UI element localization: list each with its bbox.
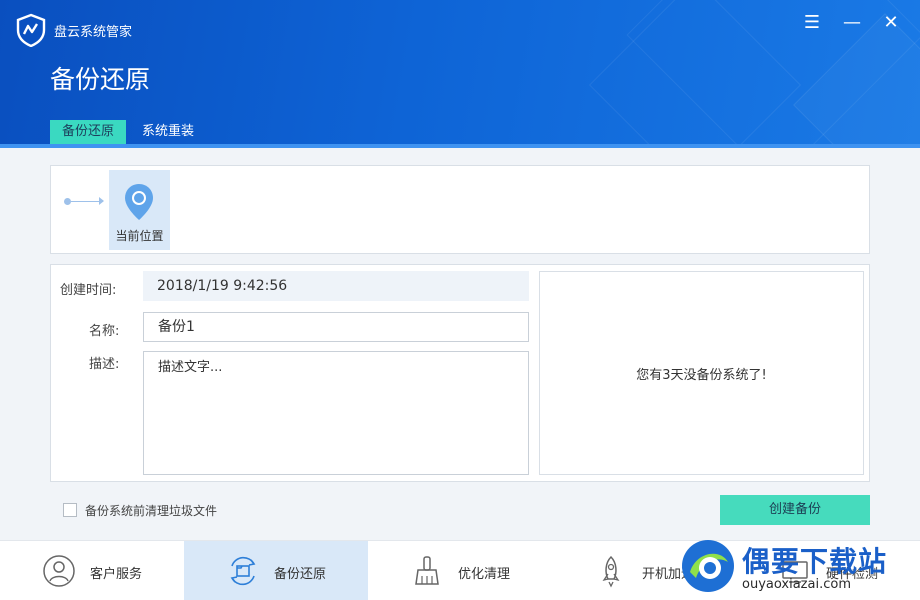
- watermark-url: ouyaoxiazai.com: [742, 577, 851, 592]
- backup-form-panel: 创建时间: 2018/1/19 9:42:56 名称: 备份1 描述: 描述文字…: [50, 264, 870, 482]
- tab-system-reinstall[interactable]: 系统重装: [130, 120, 206, 144]
- close-icon[interactable]: ✕: [880, 12, 902, 34]
- nav-label: 优化清理: [458, 567, 511, 582]
- description-textarea[interactable]: 描述文字...: [143, 351, 529, 475]
- create-backup-button[interactable]: 创建备份: [720, 495, 870, 525]
- nav-item-customer-service[interactable]: 客户服务: [0, 541, 184, 600]
- name-label: 名称:: [89, 324, 120, 339]
- app-logo-icon: [16, 13, 46, 47]
- menu-icon[interactable]: ☰: [801, 12, 823, 34]
- nav-label: 备份还原: [274, 567, 327, 582]
- watermark-title: 偶要下载站: [742, 545, 888, 578]
- nav-item-backup-restore[interactable]: 备份还原: [184, 541, 368, 600]
- timeline-node-current[interactable]: 当前位置: [109, 170, 170, 250]
- created-time-label: 创建时间:: [60, 283, 117, 298]
- cleanup-checkbox[interactable]: [63, 503, 77, 517]
- timeline-arrow-icon: [99, 197, 104, 205]
- description-label: 描述:: [89, 357, 120, 372]
- backup-reminder-box: 您有3天没备份系统了!: [539, 271, 864, 475]
- backup-timeline: 当前位置: [50, 165, 870, 254]
- tab-backup-restore[interactable]: 备份还原: [50, 120, 127, 144]
- rocket-icon: [602, 555, 620, 588]
- site-watermark: 偶要下载站 ouyaoxiazai.com: [676, 536, 920, 600]
- title-bar-header: 盘云系统管家 ☰ — ✕ 备份还原 备份还原 系统重装: [0, 0, 920, 148]
- nav-item-optimize-clean[interactable]: 优化清理: [368, 541, 552, 600]
- timeline-node-label: 当前位置: [115, 229, 164, 243]
- watermark-logo-icon: [682, 540, 734, 592]
- backup-reminder-text: 您有3天没备份系统了!: [636, 367, 767, 383]
- broom-icon: [415, 556, 439, 585]
- user-icon: [43, 555, 75, 587]
- page-title: 备份还原: [50, 65, 151, 94]
- name-input[interactable]: 备份1: [143, 312, 529, 342]
- cleanup-checkbox-label[interactable]: 备份系统前清理垃圾文件: [85, 502, 217, 519]
- minimize-icon[interactable]: —: [841, 12, 863, 34]
- location-pin-icon: [125, 184, 153, 220]
- created-time-value: 2018/1/19 9:42:56: [143, 271, 529, 301]
- timeline-start-dot: [64, 198, 71, 205]
- nav-label: 客户服务: [90, 567, 143, 582]
- backup-icon: [230, 556, 256, 586]
- app-name: 盘云系统管家: [54, 25, 133, 40]
